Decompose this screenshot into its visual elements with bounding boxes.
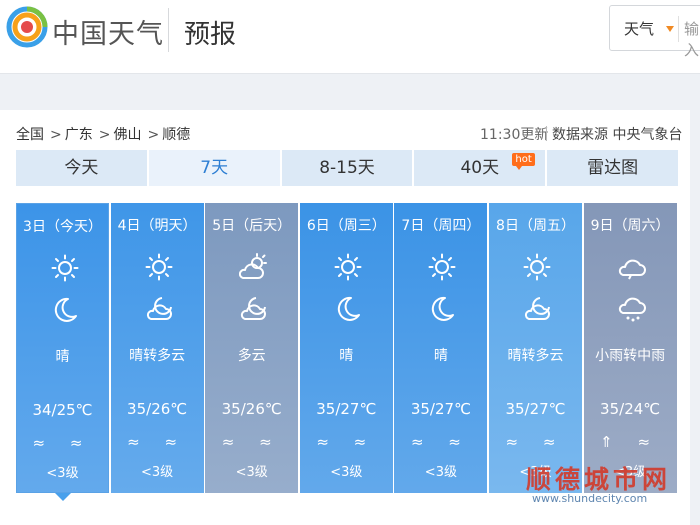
section-title: 预报	[184, 20, 237, 50]
day-date: 9日（周六）	[590, 218, 670, 234]
weather-desc: 晴转多云	[129, 348, 186, 364]
sun-icon	[523, 253, 551, 281]
sun-icon	[51, 254, 79, 282]
tab-40-days[interactable]: 40天 hot	[414, 150, 546, 186]
wind-level: <3级	[424, 465, 457, 480]
weather-desc: 小雨转中雨	[595, 348, 666, 364]
tab-8-15-days[interactable]: 8-15天	[281, 150, 413, 186]
weather-desc: 多云	[237, 348, 266, 364]
day-card[interactable]: 9日（周六） 小雨转中雨 35/24℃ ⇑ ≈ <3级	[583, 203, 677, 493]
moon-icon	[51, 296, 79, 324]
today-pointer-icon	[55, 493, 71, 501]
search-input[interactable]: 输入	[684, 18, 700, 60]
temperature: 35/24℃	[600, 400, 661, 418]
site-header: 中国天气 预报 天气 输入	[0, 0, 700, 74]
temperature: 35/27℃	[505, 400, 566, 418]
search-type-select[interactable]: 天气	[624, 18, 654, 39]
partly-cloudy-icon	[239, 253, 268, 281]
day-card[interactable]: 8日（周五） 晴转多云 35/27℃ ≈ ≈ <3级	[489, 203, 582, 493]
watermark-url: www.shundecity.com	[532, 492, 648, 505]
source-divider	[546, 126, 547, 141]
wind-level: <3级	[46, 466, 79, 481]
wind-direction-icon: ⇑ ≈	[600, 433, 661, 451]
brand-name[interactable]: 中国天气	[52, 12, 164, 51]
breadcrumb-item[interactable]: 广东	[65, 127, 93, 143]
day-date: 5日（后天）	[212, 218, 292, 234]
wind-direction-icon: ≈ ≈	[316, 433, 377, 451]
chevron-down-icon[interactable]	[666, 26, 674, 32]
moon-icon	[428, 295, 456, 323]
wind-direction-icon: ≈ ≈	[410, 433, 471, 451]
wind-direction-icon: ≈ ≈	[505, 433, 566, 451]
tab-radar[interactable]: 雷达图	[547, 150, 678, 186]
cloud-icon	[618, 253, 646, 281]
breadcrumb: 全国 > 广东 > 佛山 > 顺德	[16, 127, 191, 143]
temperature: 35/26℃	[127, 400, 188, 418]
rain-icon	[618, 295, 646, 323]
day-card[interactable]: 6日（周三） 晴 35/27℃ ≈ ≈ <3级	[299, 203, 393, 493]
day-card-today[interactable]: 3日（今天） 晴 34/25℃ ≈ ≈ <3级	[16, 203, 109, 493]
sun-icon	[145, 253, 173, 281]
day-date: 7日（周四）	[401, 218, 481, 234]
breadcrumb-item[interactable]: 全国	[16, 127, 44, 143]
wind-level: <3级	[141, 465, 174, 480]
day-date: 8日（周五）	[496, 218, 575, 234]
temperature: 34/25℃	[32, 401, 93, 419]
breadcrumb-item[interactable]: 佛山	[113, 127, 141, 143]
moon-icon	[334, 295, 362, 323]
forecast-tabs: 今天 7天 8-15天 40天 hot 雷达图	[16, 150, 678, 186]
cloudy-night-icon	[239, 295, 267, 323]
day-date: 4日（明天）	[117, 218, 197, 234]
breadcrumb-item: 顺德	[162, 127, 191, 143]
temperature: 35/26℃	[221, 400, 282, 418]
day-date: 6日（周三）	[306, 218, 386, 234]
weather-desc: 晴	[55, 349, 70, 365]
tab-7-days[interactable]: 7天	[148, 150, 280, 186]
wind-direction-icon: ≈ ≈	[127, 433, 188, 451]
wind-direction-icon: ≈ ≈	[32, 434, 93, 452]
tab-label: 40天	[460, 158, 500, 178]
weather-desc: 晴	[433, 348, 448, 364]
update-time: 11:30更新	[480, 127, 549, 143]
header-divider	[168, 8, 169, 52]
tab-today[interactable]: 今天	[16, 150, 147, 186]
temperature: 35/27℃	[410, 400, 471, 418]
search-box[interactable]: 天气 输入	[609, 5, 700, 59]
wind-level: <3级	[330, 465, 363, 480]
weather-desc: 晴转多云	[507, 348, 564, 364]
hot-badge: hot	[512, 153, 535, 170]
day-card[interactable]: 4日（明天） 晴转多云 35/26℃ ≈ ≈ <3级	[110, 203, 204, 493]
wind-direction-icon: ≈ ≈	[221, 433, 282, 451]
sun-icon	[334, 253, 362, 281]
weather-desc: 晴	[339, 348, 354, 364]
day-date: 3日（今天）	[23, 219, 102, 235]
day-card[interactable]: 7日（周四） 晴 35/27℃ ≈ ≈ <3级	[394, 203, 488, 493]
wind-level: <3级	[235, 465, 268, 480]
temperature: 35/27℃	[316, 400, 377, 418]
cloudy-night-icon	[523, 295, 551, 323]
search-divider	[678, 16, 679, 42]
data-source: 数据来源 中央气象台	[552, 127, 683, 143]
sun-icon	[428, 253, 456, 281]
watermark-logo: 顺德城市网	[526, 465, 672, 494]
cloudy-night-icon	[145, 295, 173, 323]
logo-icon[interactable]	[6, 6, 48, 48]
day-card[interactable]: 5日（后天） 多云 35/26℃ ≈ ≈ <3级	[205, 203, 299, 493]
